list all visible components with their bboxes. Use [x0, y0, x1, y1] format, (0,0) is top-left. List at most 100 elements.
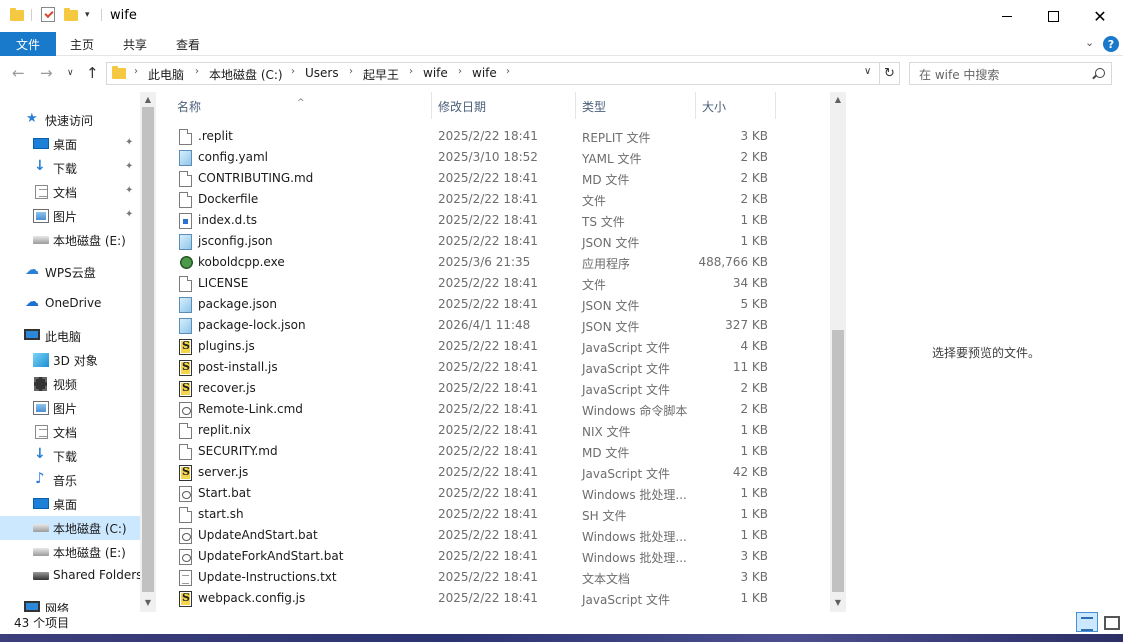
pin-icon[interactable]: ✦: [125, 137, 133, 148]
file-row[interactable]: replit.nix 2025/2/22 18:41 NIX 文件 1 KB: [160, 420, 830, 441]
sidebar-item-drive-c[interactable]: 本地磁盘 (C:): [0, 516, 140, 540]
sidebar-item-pictures-pinned[interactable]: 图片 ✦: [0, 204, 140, 228]
sidebar-item-pictures[interactable]: 图片: [0, 396, 140, 420]
file-type: JavaScript 文件: [582, 593, 670, 607]
file-row[interactable]: SECURITY.md 2025/2/22 18:41 MD 文件 1 KB: [160, 441, 830, 462]
sidebar-item-shared-folders[interactable]: Shared Folders: [0, 564, 142, 588]
sidebar-item-label: WPS云盘: [45, 266, 96, 280]
scroll-down-arrow-icon[interactable]: ▼: [830, 598, 846, 607]
file-size: 2 KB: [740, 192, 768, 206]
breadcrumb-this-pc[interactable]: 此电脑: [148, 66, 184, 83]
file-row[interactable]: Update-Instructions.txt 2025/2/22 18:41 文本…: [160, 567, 830, 588]
3d-objects-icon: [33, 353, 49, 367]
file-row[interactable]: recover.js 2025/2/22 18:41 JavaScript 文件 2 …: [160, 378, 830, 399]
sidebar-item-downloads-pinned[interactable]: ↓ 下载 ✦: [0, 156, 140, 180]
file-row[interactable]: Remote-Link.cmd 2025/2/22 18:41 Windows 命令…: [160, 399, 830, 420]
desktop-icon: [33, 138, 49, 149]
details-view-button[interactable]: [1076, 612, 1098, 632]
tab-file[interactable]: 文件: [0, 32, 56, 56]
sidebar-item-desktop[interactable]: 桌面: [0, 492, 140, 516]
file-row[interactable]: CONTRIBUTING.md 2025/2/22 18:41 MD 文件 2 KB: [160, 168, 830, 189]
file-list-scrollbar-thumb[interactable]: [832, 330, 844, 592]
sidebar-item-videos[interactable]: 视频: [0, 372, 140, 396]
file-row[interactable]: Start.bat 2025/2/22 18:41 Windows 批处理... 1 …: [160, 483, 830, 504]
file-row[interactable]: webpack.config.js 2025/2/22 18:41 JavaScri…: [160, 588, 830, 609]
breadcrumb-drive-c[interactable]: 本地磁盘 (C:): [209, 66, 283, 83]
sidebar-item-documents[interactable]: 文档: [0, 420, 140, 444]
sidebar-item-3d-objects[interactable]: 3D 对象: [0, 348, 140, 372]
address-history-chevron-down-icon[interactable]: ∨: [864, 66, 871, 77]
close-button[interactable]: ✕: [1077, 0, 1123, 32]
sidebar-item-desktop-pinned[interactable]: 桌面 ✦: [0, 132, 140, 156]
file-size: 1 KB: [740, 507, 768, 521]
quick-access-toolbar-dropdown[interactable]: ▾: [85, 10, 90, 20]
file-row[interactable]: Dockerfile 2025/2/22 18:41 文件 2 KB: [160, 189, 830, 210]
sidebar-item-onedrive[interactable]: ☁ OneDrive: [0, 292, 140, 316]
sidebar-item-this-pc[interactable]: 此电脑: [0, 324, 140, 348]
file-row[interactable]: server.js 2025/2/22 18:41 JavaScript 文件 42 …: [160, 462, 830, 483]
address-bar[interactable]: › 此电脑 › 本地磁盘 (C:) › Users › 起早王 › wife ›…: [106, 62, 880, 85]
drive-icon: [33, 548, 49, 556]
back-button[interactable]: ←: [12, 64, 25, 82]
tab-share[interactable]: 共享: [123, 36, 147, 53]
pin-icon[interactable]: ✦: [125, 161, 133, 172]
file-row[interactable]: start.sh 2025/2/22 18:41 SH 文件 1 KB: [160, 504, 830, 525]
tab-home[interactable]: 主页: [70, 36, 94, 53]
column-header-size[interactable]: 大小: [696, 92, 774, 119]
sidebar-item-drive-e[interactable]: 本地磁盘 (E:): [0, 540, 140, 564]
pin-icon[interactable]: ✦: [125, 185, 133, 196]
refresh-button[interactable]: ↻: [880, 62, 900, 85]
expand-ribbon-chevron-icon[interactable]: ⌄: [1085, 36, 1094, 49]
help-icon[interactable]: ?: [1103, 36, 1119, 52]
sidebar-item-network[interactable]: 网络: [0, 596, 140, 612]
file-row[interactable]: plugins.js 2025/2/22 18:41 JavaScript 文件 4 …: [160, 336, 830, 357]
file-date: 2025/2/22 18:41: [438, 528, 538, 542]
large-icons-view-button[interactable]: [1100, 612, 1120, 632]
file-row[interactable]: index.d.ts 2025/2/22 18:41 TS 文件 1 KB: [160, 210, 830, 231]
file-row[interactable]: jsconfig.json 2025/2/22 18:41 JSON 文件 1 KB: [160, 231, 830, 252]
file-name: LICENSE: [198, 276, 249, 290]
search-icon[interactable]: [1095, 68, 1105, 78]
navigation-pane-scrollbar-thumb[interactable]: [142, 107, 154, 592]
column-header-date[interactable]: 修改日期: [432, 92, 575, 119]
breadcrumb-users[interactable]: Users: [305, 66, 339, 80]
file-row[interactable]: UpdateForkAndStart.bat 2025/2/22 18:41 Win…: [160, 546, 830, 567]
file-row[interactable]: koboldcpp.exe 2025/3/6 21:35 应用程序 488,766 K…: [160, 252, 830, 273]
recent-locations-dropdown[interactable]: ∨: [67, 68, 74, 78]
forward-button[interactable]: →: [40, 64, 53, 82]
sidebar-item-documents-pinned[interactable]: 文档 ✦: [0, 180, 140, 204]
file-row[interactable]: package.json 2025/2/22 18:41 JSON 文件 5 KB: [160, 294, 830, 315]
file-row[interactable]: .replit 2025/2/22 18:41 REPLIT 文件 3 KB: [160, 126, 830, 147]
file-row[interactable]: UpdateAndStart.bat 2025/2/22 18:41 Windows…: [160, 525, 830, 546]
tab-view[interactable]: 查看: [176, 36, 200, 53]
file-row[interactable]: LICENSE 2025/2/22 18:41 文件 34 KB: [160, 273, 830, 294]
breadcrumb-wife-current[interactable]: wife: [472, 66, 497, 80]
column-header-type[interactable]: 类型: [576, 92, 695, 119]
breadcrumb-user[interactable]: 起早王: [363, 66, 399, 83]
file-row[interactable]: package-lock.json 2026/4/1 11:48 JSON 文件 32…: [160, 315, 830, 336]
new-folder-icon[interactable]: [64, 8, 78, 21]
file-name: Dockerfile: [198, 192, 259, 206]
sidebar-item-quick-access[interactable]: ★ 快速访问: [0, 108, 140, 132]
maximize-button[interactable]: [1030, 0, 1076, 32]
sidebar-item-downloads[interactable]: ↓ 下载: [0, 444, 140, 468]
cloud-icon: ☁: [25, 262, 39, 278]
scroll-up-arrow-icon[interactable]: ▲: [140, 95, 156, 104]
file-row[interactable]: post-install.js 2025/2/22 18:41 JavaScript…: [160, 357, 830, 378]
sidebar-item-music[interactable]: ♪ 音乐: [0, 468, 140, 492]
scroll-up-arrow-icon[interactable]: ▲: [830, 95, 846, 104]
sidebar-item-wps-cloud[interactable]: ☁ WPS云盘: [0, 260, 140, 284]
scroll-down-arrow-icon[interactable]: ▼: [140, 598, 156, 607]
up-button[interactable]: ↑: [86, 64, 99, 82]
properties-icon[interactable]: [41, 7, 55, 22]
column-divider[interactable]: [775, 92, 776, 119]
file-date: 2025/2/22 18:41: [438, 591, 538, 605]
search-input[interactable]: 在 wife 中搜索: [909, 62, 1112, 85]
minimize-button[interactable]: [984, 0, 1030, 32]
column-header-name[interactable]: ^ 名称: [160, 92, 430, 119]
sidebar-item-label: 文档: [53, 186, 78, 200]
pin-icon[interactable]: ✦: [125, 209, 133, 220]
sidebar-item-drive-e-quick[interactable]: 本地磁盘 (E:): [0, 228, 140, 252]
breadcrumb-wife[interactable]: wife: [423, 66, 448, 80]
file-row[interactable]: config.yaml 2025/3/10 18:52 YAML 文件 2 KB: [160, 147, 830, 168]
